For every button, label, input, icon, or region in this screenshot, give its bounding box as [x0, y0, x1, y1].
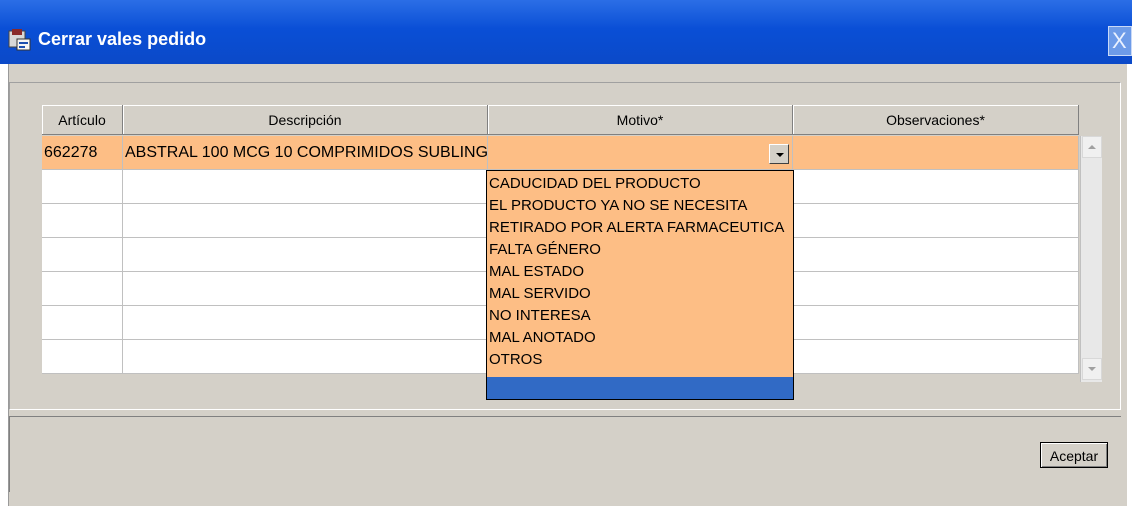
cell-observaciones[interactable]	[793, 204, 1079, 238]
title-bar: Cerrar vales pedido X	[0, 0, 1132, 64]
cell-observaciones[interactable]	[793, 170, 1079, 204]
cell-descripcion[interactable]	[123, 204, 488, 238]
dropdown-option[interactable]: RETIRADO POR ALERTA FARMACEUTICA	[489, 217, 784, 239]
cell-observaciones[interactable]	[793, 272, 1079, 306]
window-title: Cerrar vales pedido	[38, 29, 207, 49]
scroll-up-icon[interactable]	[1082, 136, 1102, 158]
dropdown-option[interactable]: MAL ESTADO	[489, 261, 584, 283]
cell-articulo[interactable]	[42, 272, 123, 306]
scroll-down-icon[interactable]	[1082, 358, 1102, 380]
cell-observaciones[interactable]	[793, 306, 1079, 340]
accept-button[interactable]: Aceptar	[1040, 442, 1108, 468]
col-header-motivo[interactable]: Motivo*	[488, 105, 793, 135]
motivo-combo[interactable]	[488, 136, 793, 170]
cell-descripcion[interactable]	[123, 238, 488, 272]
dropdown-option-highlighted[interactable]	[487, 377, 793, 399]
cell-articulo[interactable]	[42, 340, 123, 374]
cell-observaciones[interactable]	[793, 238, 1079, 272]
footer-panel	[9, 416, 1121, 492]
cell-articulo[interactable]	[42, 238, 123, 272]
dropdown-option[interactable]: CADUCIDAD DEL PRODUCTO	[489, 173, 701, 195]
vertical-scrollbar[interactable]	[1080, 136, 1102, 382]
cell-observaciones[interactable]	[793, 340, 1079, 374]
cell-articulo[interactable]	[42, 204, 123, 238]
close-icon: X	[1112, 28, 1127, 53]
dropdown-option[interactable]: MAL SERVIDO	[489, 283, 591, 305]
cell-observaciones[interactable]	[793, 136, 1079, 170]
dropdown-option[interactable]: MAL ANOTADO	[489, 327, 596, 349]
cell-descripcion[interactable]	[123, 340, 488, 374]
motivo-dropdown-list[interactable]: CADUCIDAD DEL PRODUCTO EL PRODUCTO YA NO…	[486, 170, 794, 400]
cell-articulo[interactable]	[42, 170, 123, 204]
close-button[interactable]: X	[1108, 26, 1132, 56]
cell-descripcion[interactable]	[123, 272, 488, 306]
chevron-down-icon[interactable]	[769, 144, 789, 164]
col-header-descripcion[interactable]: Descripción	[123, 105, 488, 135]
dropdown-option[interactable]: NO INTERESA	[489, 305, 591, 327]
dropdown-option[interactable]: EL PRODUCTO YA NO SE NECESITA	[489, 195, 747, 217]
dropdown-option[interactable]: FALTA GÉNERO	[489, 239, 601, 261]
col-header-articulo[interactable]: Artículo	[42, 105, 123, 135]
cell-descripcion[interactable]: ABSTRAL 100 MCG 10 COMPRIMIDOS SUBLING	[123, 136, 488, 170]
dialog-window: Cerrar vales pedido X Artículo Descripci…	[0, 0, 1132, 506]
cell-articulo[interactable]: 662278	[42, 136, 123, 170]
app-icon	[8, 29, 31, 51]
cell-descripcion[interactable]	[123, 170, 488, 204]
cell-articulo[interactable]	[42, 306, 123, 340]
col-header-observaciones[interactable]: Observaciones*	[793, 105, 1079, 135]
cell-descripcion[interactable]	[123, 306, 488, 340]
dropdown-option[interactable]: OTROS	[489, 349, 542, 371]
